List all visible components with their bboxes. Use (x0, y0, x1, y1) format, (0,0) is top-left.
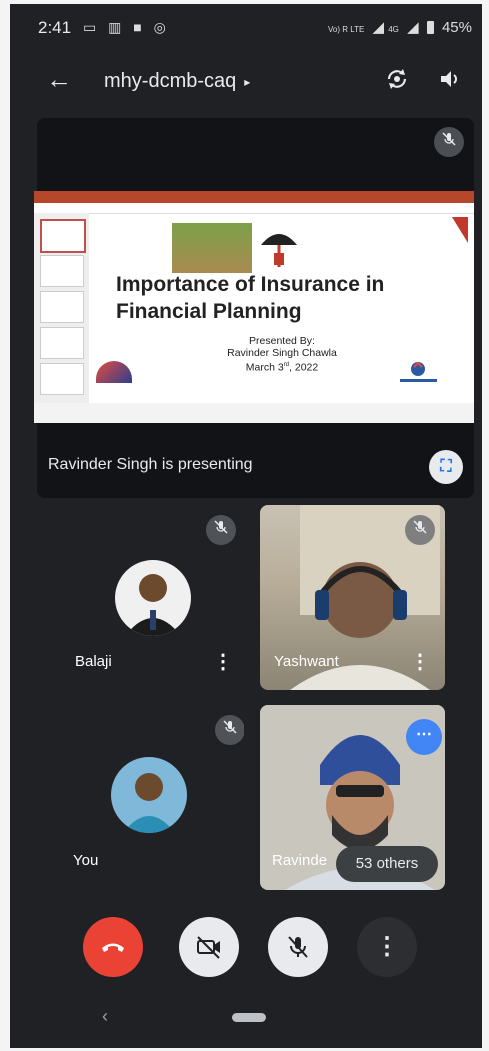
status-time: 2:41 (38, 18, 72, 37)
ppt-status-bar (34, 403, 474, 423)
participant-name: Balaji (75, 653, 112, 670)
back-arrow-icon[interactable]: ← (46, 64, 72, 95)
network-label: Vo) R LTE (328, 25, 365, 34)
avatar (115, 560, 191, 636)
mic-off-icon (405, 515, 435, 545)
presenting-label: Ravinder Singh is presenting (48, 456, 253, 473)
presenter-name: Ravinder Singh Chawla (227, 347, 337, 359)
slide-canvas: Importance of Insurance in Financial Pla… (96, 215, 468, 401)
participant-tile-yashwant[interactable]: Yashwant ⋮ (260, 505, 445, 690)
participant-tile-you[interactable]: You (39, 705, 244, 890)
meeting-title[interactable]: mhy-dcmb-caq ▸ (104, 70, 250, 93)
slide-thumbnail (40, 291, 84, 323)
more-options-icon[interactable]: ⋮ (213, 649, 233, 674)
participant-tile-balaji[interactable]: Balaji ⋮ (39, 505, 244, 690)
mic-off-icon (434, 127, 464, 157)
fullscreen-icon[interactable]: ⛶ (429, 450, 463, 484)
mic-off-icon (215, 715, 244, 745)
notification-icons: ▭ ▥ ■ ◎ (83, 19, 170, 35)
switch-camera-icon[interactable] (383, 66, 411, 94)
speaking-indicator-icon: ⋯ (406, 719, 442, 755)
nav-back-icon[interactable]: ‹ (102, 1006, 108, 1027)
meeting-code: mhy-dcmb-caq (104, 70, 237, 92)
participant-name: Yashwant (274, 653, 339, 670)
shared-screen: Importance of Insurance in Financial Pla… (34, 191, 474, 423)
slide-title: Importance of Insurance in Financial Pla… (116, 273, 385, 323)
coins-image (172, 223, 252, 273)
ppt-title-bar (34, 191, 474, 203)
status-bar: 2:41 ▭ ▥ ■ ◎ Vo) R LTE ◢ 4G ◢ 45% (10, 4, 482, 44)
navigation-bar: ‹ (10, 998, 482, 1048)
others-badge[interactable]: 53 others (336, 846, 438, 882)
umbrella-image (259, 227, 299, 272)
battery-percent: 45% (441, 19, 472, 36)
ppt-ribbon (34, 203, 474, 214)
more-options-icon[interactable]: ⋮ (410, 649, 430, 674)
slide-thumbnails (34, 213, 89, 403)
end-call-button[interactable] (83, 917, 143, 977)
speaker-icon[interactable] (436, 66, 464, 94)
slide-thumbnail (40, 363, 84, 395)
mic-off-icon (206, 515, 236, 545)
slide-thumbnail (40, 219, 86, 253)
more-options-button[interactable]: ⋮ (357, 917, 417, 977)
slide-thumbnail (40, 327, 84, 359)
signal-icon: ◢ (372, 19, 385, 36)
nav-home-pill[interactable] (232, 1013, 266, 1022)
meet-screen: 2:41 ▭ ▥ ■ ◎ Vo) R LTE ◢ 4G ◢ 45% ← mhy-… (10, 4, 482, 1048)
participant-name: You (73, 852, 99, 869)
signal-icon-2: ◢ (407, 19, 419, 36)
camera-off-button[interactable] (179, 917, 239, 977)
avatar (111, 757, 187, 833)
mic-off-button[interactable] (268, 917, 328, 977)
company-logo (396, 359, 441, 387)
slide-decoration (452, 217, 468, 243)
caret-right-icon: ▸ (244, 74, 251, 89)
presented-by-label: Presented By: (249, 335, 315, 347)
participant-name: Ravinde (272, 852, 328, 869)
network-4g-label: 4G (388, 25, 399, 34)
status-right: Vo) R LTE ◢ 4G ◢ 45% (328, 18, 472, 36)
slide-thumbnail (40, 255, 84, 287)
battery-icon (426, 21, 434, 34)
